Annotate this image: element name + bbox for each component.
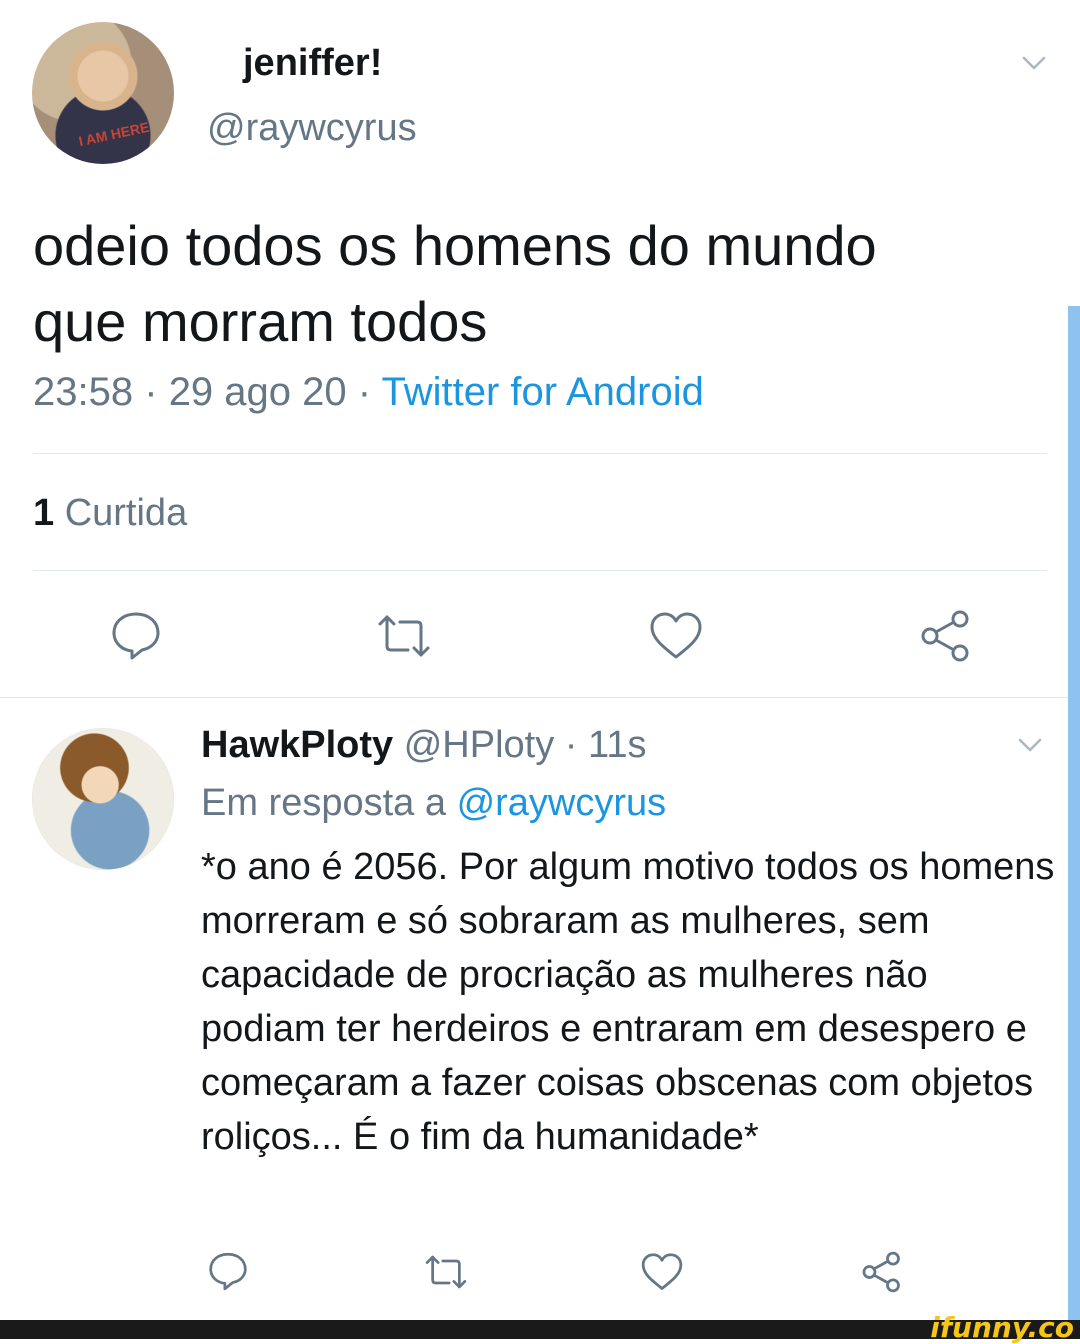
heart-icon[interactable]: [640, 1250, 684, 1294]
reply-mention-link[interactable]: @raywcyrus: [457, 782, 667, 824]
chevron-down-icon[interactable]: [1018, 738, 1042, 752]
tweet-text-line: que morram todos: [33, 290, 488, 353]
scrollbar[interactable]: [1068, 306, 1080, 1320]
author-handle[interactable]: @raywcyrus: [207, 107, 417, 150]
divider: [33, 570, 1047, 571]
tweet-text-line: odeio todos os homens do mundo: [33, 214, 877, 277]
divider: [33, 453, 1047, 454]
share-icon[interactable]: [860, 1250, 904, 1294]
watermark-bar: [0, 1320, 1080, 1339]
watermark-logo: ifunny.co: [930, 1311, 1074, 1344]
likes-count: 1: [33, 492, 55, 534]
reply-display-name[interactable]: HawkPloty: [201, 724, 393, 766]
reply-context: Em resposta a @raywcyrus: [201, 782, 666, 825]
author-avatar[interactable]: I AM HERE: [32, 22, 174, 164]
retweet-icon[interactable]: [424, 1250, 468, 1294]
retweet-icon[interactable]: [376, 608, 432, 664]
separator: ·: [564, 724, 578, 766]
divider: [0, 697, 1080, 698]
reply-icon[interactable]: [108, 606, 164, 662]
likes-label: Curtida: [64, 492, 188, 534]
avatar-shirt-text: I AM HERE: [77, 118, 151, 150]
separator: ·: [144, 370, 158, 414]
reply-author-avatar[interactable]: [32, 728, 174, 870]
tweet-source-link[interactable]: Twitter for Android: [381, 370, 703, 414]
tweet-time: 23:58: [33, 370, 134, 414]
reply-time: 11s: [588, 724, 647, 766]
likes-summary[interactable]: 1 Curtida: [33, 492, 187, 535]
tweet-date: 29 ago 20: [168, 370, 347, 414]
author-display-name[interactable]: jeniffer!: [243, 42, 382, 85]
reply-icon[interactable]: [206, 1248, 250, 1292]
reply-handle[interactable]: @HPloty: [404, 724, 555, 766]
separator: ·: [357, 370, 372, 414]
tweet-text: odeio todos os homens do mundo que morra…: [33, 208, 1043, 360]
tweet-meta: 23:58 · 29 ago 20 · Twitter for Android: [33, 370, 704, 415]
reply-text: *o ano é 2056. Por algum motivo todos os…: [201, 846, 1055, 1158]
share-icon[interactable]: [918, 608, 974, 664]
reply-header: HawkPloty @HPloty · 11s: [201, 724, 646, 767]
chevron-down-icon[interactable]: [1022, 56, 1046, 70]
reply-prefix: Em resposta a: [201, 782, 446, 824]
heart-icon[interactable]: [648, 608, 704, 664]
